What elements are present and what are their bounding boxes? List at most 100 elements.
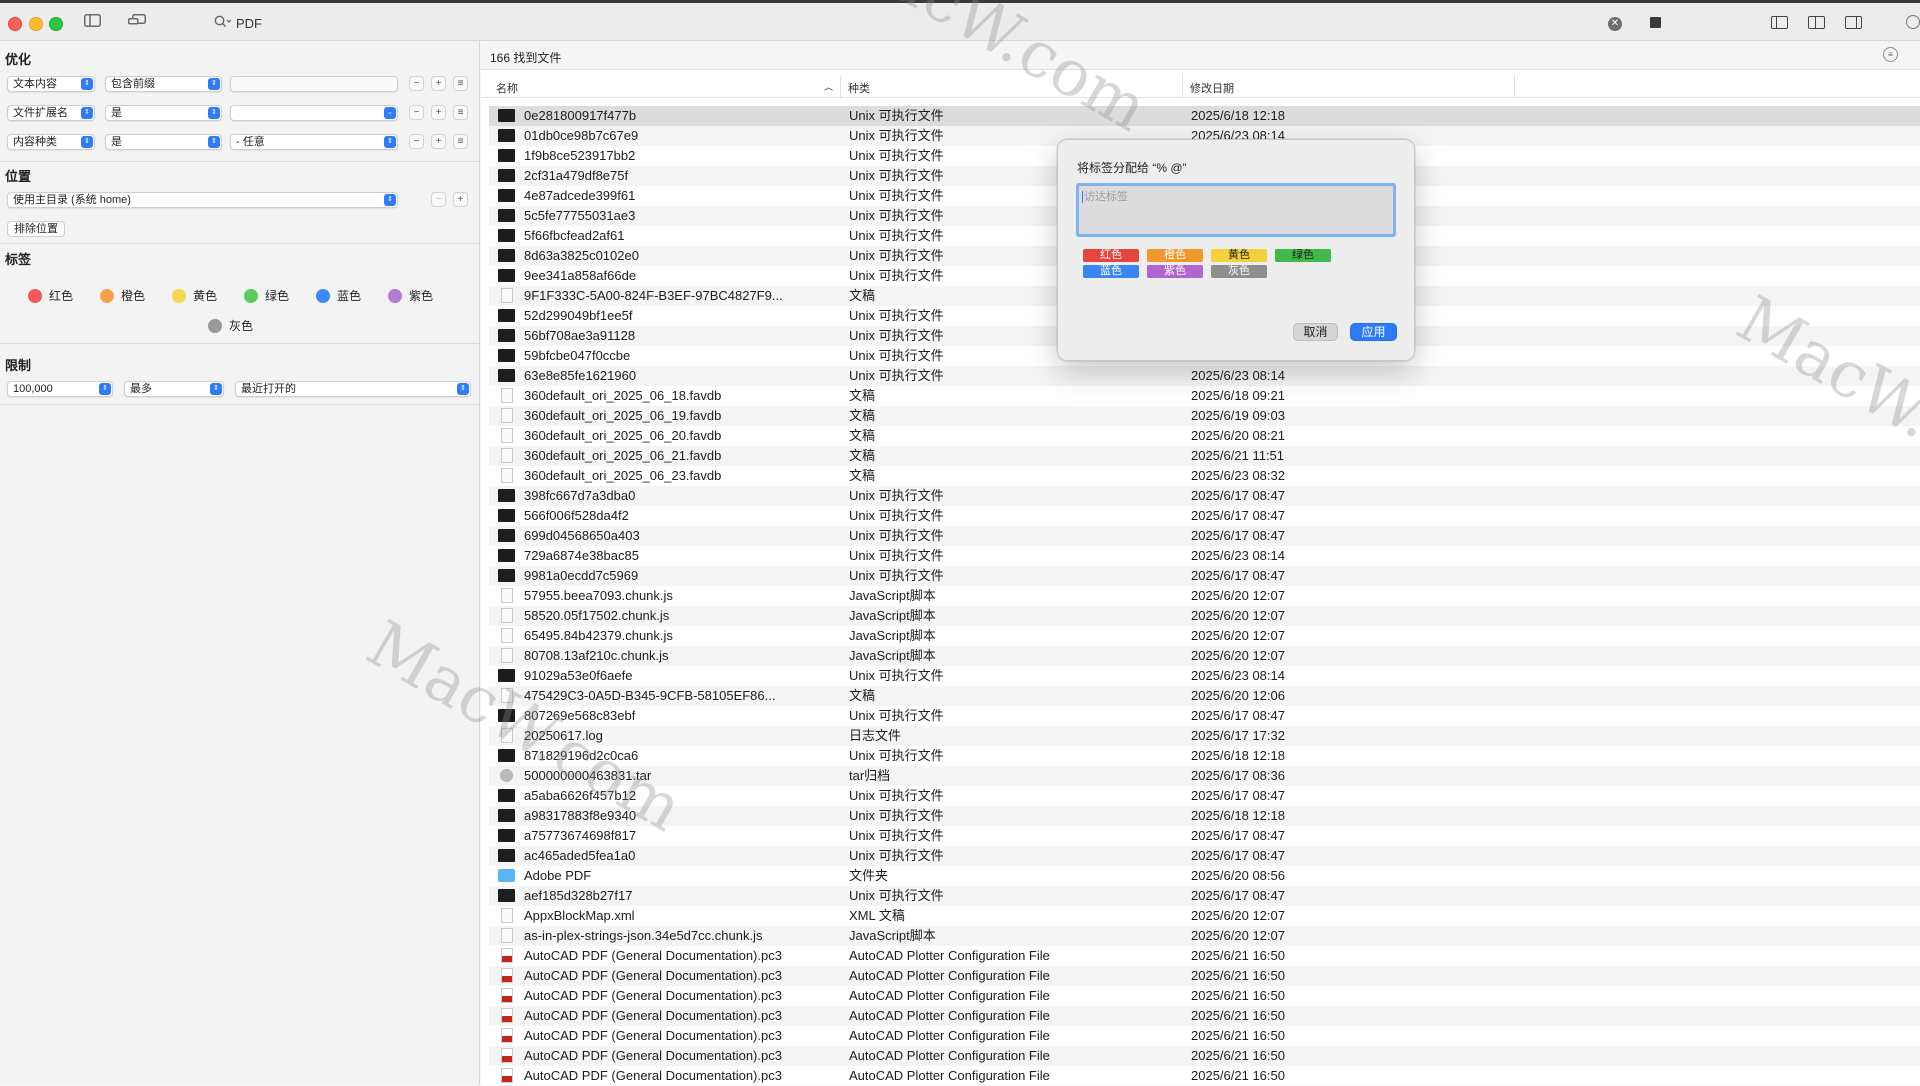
table-row[interactable]: 699d04568650a403 Unix 可执行文件 2025/6/17 08:4… bbox=[489, 526, 1920, 546]
gray-dot-icon bbox=[208, 318, 222, 333]
table-row[interactable]: 65495.84b42379.chunk.js JavaScript脚本 2025/… bbox=[489, 626, 1920, 646]
table-row[interactable]: AutoCAD PDF (General Documentation).pc3 A… bbox=[489, 946, 1920, 966]
criteria-attribute-select[interactable]: 文件扩展名 ⇕ bbox=[7, 105, 95, 121]
table-row[interactable]: AppxBlockMap.xml XML 文稿 2025/6/20 12:07 bbox=[489, 906, 1920, 926]
table-row[interactable]: 57955.beea7093.chunk.js JavaScript脚本 2025/… bbox=[489, 586, 1920, 606]
table-row[interactable]: AutoCAD PDF (General Documentation).pc3 A… bbox=[489, 1006, 1920, 1026]
tag-blue[interactable]: 蓝色 bbox=[316, 287, 361, 304]
dialog-tag-blue[interactable]: 蓝色 bbox=[1083, 265, 1139, 278]
search-field[interactable]: PDF bbox=[214, 15, 262, 31]
table-row[interactable]: 63e8e85fe1621960 Unix 可执行文件 2025/6/23 08:1… bbox=[489, 366, 1920, 386]
table-row[interactable]: 0e281800917f477b Unix 可执行文件 2025/6/18 12:1… bbox=[489, 106, 1920, 126]
remove-criteria-button[interactable]: − bbox=[409, 105, 424, 120]
add-location-button[interactable]: + bbox=[453, 192, 468, 207]
clear-search-icon[interactable]: ✕ bbox=[1608, 17, 1622, 31]
limit-count-select[interactable]: 100,000 ⇕ bbox=[7, 381, 113, 397]
table-row[interactable]: 729a6874e38bac85 Unix 可执行文件 2025/6/23 08:1… bbox=[489, 546, 1920, 566]
criteria-operator-select[interactable]: 是 ⇕ bbox=[105, 105, 222, 121]
divider bbox=[0, 161, 479, 162]
remove-criteria-button[interactable]: − bbox=[409, 134, 424, 149]
table-row[interactable]: as-in-plex-strings-json.34e5d7cc.chunk.j… bbox=[489, 926, 1920, 946]
table-row[interactable]: aef185d328b27f17 Unix 可执行文件 2025/6/17 08:4… bbox=[489, 886, 1920, 906]
tag-purple[interactable]: 紫色 bbox=[388, 287, 433, 304]
layout-split-panel-icon[interactable] bbox=[1808, 16, 1825, 29]
close-window-button[interactable] bbox=[8, 17, 22, 31]
table-row[interactable]: 360default_ori_2025_06_18.favdb 文稿 2025/6/… bbox=[489, 386, 1920, 406]
table-row[interactable]: AutoCAD PDF (General Documentation).pc3 A… bbox=[489, 1066, 1920, 1086]
table-row[interactable]: a98317883f8e9340 Unix 可执行文件 2025/6/18 12:1… bbox=[489, 806, 1920, 826]
cancel-button[interactable]: 取消 bbox=[1293, 323, 1338, 341]
add-criteria-button[interactable]: + bbox=[431, 105, 446, 120]
criteria-options-button[interactable]: ≡ bbox=[453, 76, 468, 91]
table-row[interactable]: 360default_ori_2025_06_19.favdb 文稿 2025/6/… bbox=[489, 406, 1920, 426]
dialog-tag-green[interactable]: 绿色 bbox=[1275, 249, 1331, 262]
limit-mode-select[interactable]: 最多 ⇕ bbox=[124, 381, 224, 397]
tag-input-field[interactable]: 访达标签 bbox=[1076, 183, 1396, 237]
table-row[interactable]: AutoCAD PDF (General Documentation).pc3 A… bbox=[489, 986, 1920, 1006]
column-header-kind[interactable]: 种类 bbox=[841, 75, 1183, 97]
criteria-attribute-select[interactable]: 内容种类 ⇕ bbox=[7, 134, 95, 150]
table-row[interactable]: 58520.05f17502.chunk.js JavaScript脚本 2025/… bbox=[489, 606, 1920, 626]
table-row[interactable]: 9981a0ecdd7c5969 Unix 可执行文件 2025/6/17 08:4… bbox=[489, 566, 1920, 586]
tag-green[interactable]: 绿色 bbox=[244, 287, 289, 304]
criteria-operator-select[interactable]: 是 ⇕ bbox=[105, 134, 222, 150]
criteria-value-select[interactable]: ⌄ bbox=[230, 105, 398, 121]
layout-right-panel-icon[interactable] bbox=[1845, 16, 1862, 29]
add-criteria-button[interactable]: + bbox=[431, 134, 446, 149]
dialog-tag-red[interactable]: 红色 bbox=[1083, 249, 1139, 262]
minimize-window-button[interactable] bbox=[29, 17, 43, 31]
limit-order-select[interactable]: 最近打开的 ⇕ bbox=[235, 381, 471, 397]
table-row[interactable]: ac465aded5fea1a0 Unix 可执行文件 2025/6/17 08:4… bbox=[489, 846, 1920, 866]
table-row[interactable]: AutoCAD PDF (General Documentation).pc3 A… bbox=[489, 1046, 1920, 1066]
table-row[interactable]: 360default_ori_2025_06_21.favdb 文稿 2025/6/… bbox=[489, 446, 1920, 466]
table-row[interactable]: 871829196d2c0ca6 Unix 可执行文件 2025/6/18 12:1… bbox=[489, 746, 1920, 766]
stop-search-icon[interactable] bbox=[1650, 17, 1661, 28]
preview-toggle-icon[interactable] bbox=[128, 14, 146, 31]
criteria-options-button[interactable]: ≡ bbox=[453, 134, 468, 149]
zoom-window-button[interactable] bbox=[49, 17, 63, 31]
more-options-icon[interactable] bbox=[1906, 15, 1920, 29]
tag-yellow[interactable]: 黄色 bbox=[172, 287, 217, 304]
table-row[interactable]: 475429C3-0A5D-B345-9CFB-58105EF86... 文稿 20… bbox=[489, 686, 1920, 706]
table-row[interactable]: 20250617.log 日志文件 2025/6/17 17:32 bbox=[489, 726, 1920, 746]
sidebar-toggle-icon[interactable] bbox=[84, 14, 101, 30]
layout-left-panel-icon[interactable] bbox=[1771, 16, 1788, 29]
criteria-attribute-select[interactable]: 文本内容 ⇕ bbox=[7, 76, 95, 92]
table-row[interactable]: 80708.13af210c.chunk.js JavaScript脚本 2025/… bbox=[489, 646, 1920, 666]
remove-criteria-button[interactable]: − bbox=[409, 76, 424, 91]
table-row[interactable]: 398fc667d7a3dba0 Unix 可执行文件 2025/6/17 08:4… bbox=[489, 486, 1920, 506]
file-modified-date: 2025/6/17 08:47 bbox=[1191, 528, 1285, 543]
table-row[interactable]: 807269e568c83ebf Unix 可执行文件 2025/6/17 08:4… bbox=[489, 706, 1920, 726]
criteria-operator-select[interactable]: 包含前缀 ⇕ bbox=[105, 76, 222, 92]
remove-location-button[interactable]: − bbox=[431, 192, 446, 207]
criteria-options-button[interactable]: ≡ bbox=[453, 105, 468, 120]
add-criteria-button[interactable]: + bbox=[431, 76, 446, 91]
dialog-tag-yellow[interactable]: 黄色 bbox=[1211, 249, 1267, 262]
column-header-date[interactable]: 修改日期 bbox=[1183, 75, 1515, 97]
criteria-value-select[interactable]: - 任意 ⇕ bbox=[230, 134, 398, 150]
table-row[interactable]: 91029a53e0f6aefe Unix 可执行文件 2025/6/23 08:1… bbox=[489, 666, 1920, 686]
tag-gray[interactable]: 灰色 bbox=[208, 317, 253, 334]
table-row[interactable]: 500000000463831.tar tar归档 2025/6/17 08:36 bbox=[489, 766, 1920, 786]
table-row[interactable]: 360default_ori_2025_06_20.favdb 文稿 2025/6/… bbox=[489, 426, 1920, 446]
table-row[interactable]: Adobe PDF 文件夹 2025/6/20 08:56 bbox=[489, 866, 1920, 886]
tag-red[interactable]: 红色 bbox=[28, 287, 73, 304]
filter-icon[interactable]: ≡ bbox=[1883, 47, 1898, 62]
table-row[interactable]: 360default_ori_2025_06_23.favdb 文稿 2025/6/… bbox=[489, 466, 1920, 486]
tag-orange[interactable]: 橙色 bbox=[100, 287, 145, 304]
apply-button[interactable]: 应用 bbox=[1350, 323, 1397, 341]
criteria-value-input[interactable] bbox=[230, 76, 398, 92]
dialog-tag-gray[interactable]: 灰色 bbox=[1211, 265, 1267, 278]
table-row[interactable]: a5aba6626f457b12 Unix 可执行文件 2025/6/17 08:4… bbox=[489, 786, 1920, 806]
column-header-name[interactable]: 名称 ︿ bbox=[489, 75, 841, 97]
search-icon bbox=[214, 15, 232, 31]
table-row[interactable]: AutoCAD PDF (General Documentation).pc3 A… bbox=[489, 1026, 1920, 1046]
table-row[interactable]: a75773674698f817 Unix 可执行文件 2025/6/17 08:4… bbox=[489, 826, 1920, 846]
location-select[interactable]: 使用主目录 (系统 home) ⇕ bbox=[7, 192, 398, 208]
table-row[interactable]: 566f006f528da4f2 Unix 可执行文件 2025/6/17 08:4… bbox=[489, 506, 1920, 526]
exclude-location-button[interactable]: 排除位置 bbox=[7, 221, 65, 237]
table-row[interactable]: AutoCAD PDF (General Documentation).pc3 A… bbox=[489, 966, 1920, 986]
dialog-tag-orange[interactable]: 橙色 bbox=[1147, 249, 1203, 262]
search-query[interactable]: PDF bbox=[236, 16, 262, 31]
dialog-tag-purple[interactable]: 紫色 bbox=[1147, 265, 1203, 278]
